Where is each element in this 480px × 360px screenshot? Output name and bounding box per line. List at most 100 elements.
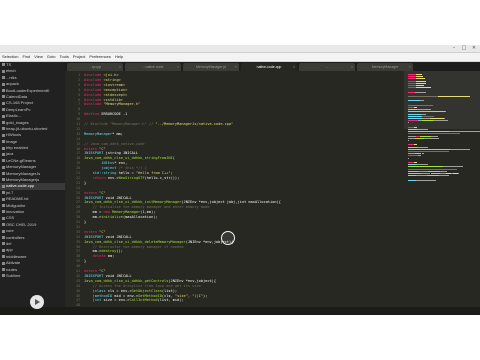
code-token: (1,mm); [140, 210, 156, 215]
minimap-line [420, 173, 431, 174]
play-icon[interactable] [30, 295, 44, 309]
editor-tab[interactable]: MemoryManager.jd × [183, 63, 239, 71]
project-sidebar: TS etech ...nfks anpack BootLoaderExperiment… [0, 62, 65, 315]
code-line[interactable]: } [84, 181, 86, 186]
minimap-line [438, 175, 450, 177]
menu-item-selection[interactable]: Selection [0, 53, 20, 61]
line-number: 44 [76, 283, 80, 288]
close-tab-icon[interactable]: × [119, 63, 121, 71]
letterbox-top [0, 0, 480, 45]
minimap-line [408, 140, 409, 141]
code-token: size = env-> [103, 298, 130, 303]
sidebar-item[interactable]: Sublime [0, 273, 65, 279]
minimap-line [408, 153, 416, 155]
code-line[interactable]: mm->initialize(maxAllocation); [84, 215, 158, 220]
code-token: GetMethodID [138, 293, 162, 298]
minimap-line [414, 126, 417, 128]
line-number: 8 [78, 107, 80, 112]
code-token: return [84, 175, 108, 180]
sidebar-item-label: heap-jit-ubuntu-shorted [6, 125, 48, 131]
folder-icon [2, 229, 5, 233]
folder-icon [2, 267, 5, 271]
code-token: "C" [99, 146, 106, 151]
sidebar-item-label: CSS [6, 215, 15, 221]
line-number: 3 [78, 82, 80, 87]
code-token: // Access the ArrayList from Java and ge… [84, 283, 201, 288]
maximize-icon[interactable]: □ [459, 45, 469, 52]
minimap-line [408, 179, 417, 181]
menu-item-tools[interactable]: Tools [58, 53, 71, 61]
minimap-line [408, 111, 445, 113]
menu-item-preferences[interactable]: Preferences [87, 53, 113, 61]
close-tab-icon[interactable]: × [235, 63, 237, 71]
minimap-line [416, 179, 429, 181]
minimap-line [416, 74, 423, 75]
code-token: mm-> [84, 249, 102, 254]
editor-tab[interactable]: native-code.cpp × [241, 63, 297, 71]
folder-icon [2, 197, 5, 201]
close-icon[interactable]: ✕ [469, 45, 479, 52]
minimap-line [408, 91, 416, 93]
code-line[interactable]: #include "MemoryManager.h" [84, 102, 140, 107]
code-token: <jni.h> [103, 73, 119, 77]
folder-icon [2, 120, 5, 124]
line-number: 12 [76, 126, 80, 131]
tab-bar: ...ry.cpp × ...native code × MemoryManager.j… [65, 62, 480, 71]
code-line[interactable]: MemoryManager* mm; [84, 132, 123, 137]
code-token: ; [170, 171, 173, 175]
close-tab-icon[interactable]: × [409, 63, 411, 71]
menu-item-project[interactable]: Project [71, 53, 87, 61]
tab-label: ...ry.cpp [88, 65, 102, 69]
code-line[interactable]: // #include "MemoryManager.h" // "../Mem… [84, 122, 233, 127]
tab-label: native-code.cpp [256, 65, 282, 69]
minimap-line [408, 133, 461, 135]
code-line[interactable]: return env->NewStringUTF(hello.c_str()); [84, 175, 180, 181]
close-tab-icon[interactable]: × [177, 63, 179, 71]
code-token: // Java_com_ddhk_native-code [84, 141, 145, 146]
code-token: void JNICALL [105, 234, 132, 239]
code-token: GetObjectClass [131, 288, 162, 293]
menu-item-view[interactable]: View [32, 53, 45, 61]
sidebar-item-label: del [6, 240, 12, 246]
minimap[interactable] [404, 71, 480, 315]
folder-icon [2, 242, 5, 246]
minimap-line [408, 100, 420, 102]
menu-item-goto[interactable]: Goto [45, 53, 58, 61]
menu-bar: Selection Find View Goto Tools Project Prefere… [0, 53, 480, 62]
sidebar-item-label: README.txt [6, 196, 29, 202]
menu-item-help[interactable]: Help [113, 53, 125, 61]
code-line[interactable]: } [84, 220, 86, 225]
code-line[interactable]: delete mm; [84, 254, 115, 259]
close-tab-icon[interactable]: × [293, 63, 295, 71]
minimize-icon[interactable]: – [449, 45, 459, 52]
menu-item-find[interactable]: Find [20, 53, 32, 61]
minimap-line [444, 118, 445, 119]
code-token: JNIEnv [84, 161, 115, 166]
editor-tab[interactable]: ...native code × [125, 63, 181, 71]
line-number: 5 [78, 92, 80, 97]
code-token: <stdexcept> [103, 92, 128, 97]
code-editor[interactable]: #include <jni.h> #include <string> #includ… [84, 71, 404, 315]
code-line[interactable]: #define ERRORCODE -1 [84, 112, 127, 117]
minimap-line [444, 111, 446, 113]
minimap-line [417, 170, 428, 172]
minimap-line [440, 170, 447, 172]
sidebar-item-label: LeCNe-gElearns [6, 157, 36, 163]
code-line[interactable]: jint size = env->CallIntMethod(list, mid… [84, 298, 184, 303]
code-token: ERRORCODE -1 [101, 112, 128, 117]
sidebar-item-label: MemoryManagerJs [6, 170, 41, 176]
code-token: "size" [174, 293, 188, 298]
editor-tab[interactable]: MemoryManager × [357, 63, 413, 71]
code-token: extern [84, 190, 100, 195]
line-number: 47 [76, 298, 80, 303]
folder-icon [2, 114, 5, 118]
minimap-line [408, 148, 451, 150]
sidebar-item-label: app [6, 247, 13, 253]
close-tab-icon[interactable]: × [351, 63, 353, 71]
editor-tab[interactable]: ...ry.cpp × [67, 63, 123, 71]
line-number: 18 [76, 156, 80, 161]
folder-icon [2, 235, 5, 239]
editor-tab[interactable]: ... × [299, 63, 355, 71]
code-line[interactable]: } [84, 259, 86, 264]
minimap-line [408, 151, 450, 152]
